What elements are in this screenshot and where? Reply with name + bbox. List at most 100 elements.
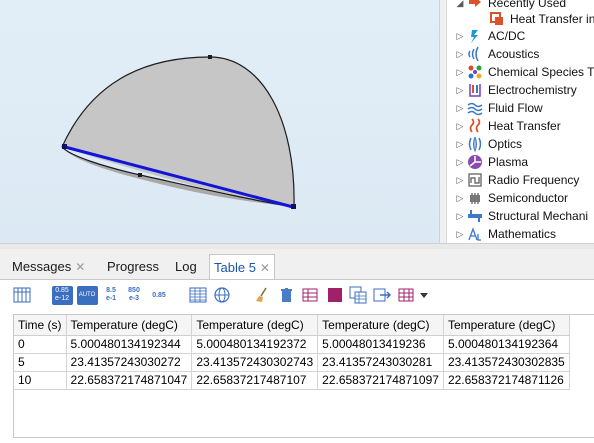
table-row[interactable]: 0 5.000480134192344 5.000480134192372 5.… bbox=[14, 335, 570, 354]
column-header[interactable]: Temperature (degC) bbox=[317, 315, 444, 336]
table-cell[interactable]: 22.658372174871047 bbox=[66, 371, 193, 390]
structural-mechanics-icon bbox=[466, 208, 484, 224]
semiconductor-icon bbox=[466, 190, 484, 206]
tree-item-mathematics[interactable]: ▷ Mathematics bbox=[454, 225, 557, 243]
collapsed-arrow-icon[interactable]: ▷ bbox=[454, 193, 466, 204]
collapsed-arrow-icon[interactable]: ▷ bbox=[454, 157, 466, 168]
tree-item-radio-frequency[interactable]: ▷ Radio Frequency bbox=[454, 171, 580, 189]
results-table-frame: Time (s) Temperature (degC) Temperature … bbox=[13, 314, 594, 438]
table-cell[interactable]: 5.000480134192344 bbox=[66, 335, 193, 354]
plasma-icon bbox=[466, 154, 484, 170]
copy-table-icon[interactable] bbox=[348, 285, 368, 305]
clear-brush-icon[interactable] bbox=[252, 285, 272, 305]
heat-transfer-solids-icon bbox=[488, 11, 506, 27]
column-header[interactable]: Time (s) bbox=[14, 315, 67, 336]
expanded-arrow-icon[interactable]: ◢ bbox=[454, 0, 466, 9]
tree-item-chemical-species[interactable]: ▷ Chemical Species T bbox=[454, 63, 594, 81]
column-header[interactable]: Temperature (degC) bbox=[66, 315, 193, 336]
heat-transfer-icon bbox=[466, 118, 484, 134]
table-cell[interactable]: 23.413572430302835 bbox=[443, 353, 570, 372]
column-header[interactable]: Temperature (degC) bbox=[443, 315, 570, 336]
table-cell[interactable]: 5 bbox=[14, 353, 67, 372]
tree-item-acoustics[interactable]: ▷ Acoustics bbox=[454, 45, 539, 63]
table-row[interactable]: 5 23.41357243030272 23.413572430302743 2… bbox=[14, 353, 570, 372]
tab-messages[interactable]: Messages ✕ bbox=[8, 254, 89, 279]
collapsed-arrow-icon[interactable]: ▷ bbox=[454, 85, 466, 96]
recently-used-icon bbox=[466, 0, 484, 11]
collapsed-arrow-icon[interactable]: ▷ bbox=[454, 175, 466, 186]
panel-splitter[interactable] bbox=[0, 243, 594, 249]
manual-precision-icon[interactable]: 8.5 e-1 bbox=[101, 285, 121, 305]
tab-table-5[interactable]: Table 5 ✕ bbox=[209, 254, 275, 279]
table-cell[interactable]: 5.000480134192372 bbox=[191, 335, 319, 354]
web-icon[interactable] bbox=[212, 285, 232, 305]
table-layout-icon[interactable] bbox=[12, 285, 32, 305]
chemical-species-icon bbox=[466, 64, 484, 80]
delete-icon[interactable] bbox=[276, 285, 296, 305]
graphics-window[interactable] bbox=[0, 0, 440, 243]
collapsed-arrow-icon[interactable]: ▷ bbox=[454, 31, 466, 42]
decimal-format-icon[interactable]: 0.85 bbox=[149, 285, 169, 305]
fluid-flow-icon bbox=[466, 100, 484, 116]
table-header-row: Time (s) Temperature (degC) Temperature … bbox=[14, 315, 570, 336]
tab-log[interactable]: Log bbox=[171, 254, 201, 279]
table-toolbar: 0.85 e-12 AUTO 8.5 e-1 850 e-3 0.85 bbox=[0, 279, 594, 309]
tree-item-heat-transfer[interactable]: ▷ Heat Transfer bbox=[454, 117, 561, 135]
close-icon[interactable]: ✕ bbox=[260, 261, 270, 275]
table-cell[interactable]: 22.658372174871126 bbox=[443, 371, 570, 390]
column-header[interactable]: Temperature (degC) bbox=[191, 315, 319, 336]
vertex-point[interactable] bbox=[291, 204, 296, 209]
electrochemistry-icon bbox=[466, 82, 484, 98]
tree-item-electrochemistry[interactable]: ▷ Electrochemistry bbox=[454, 81, 577, 99]
radio-frequency-icon bbox=[466, 172, 484, 188]
tree-item-fluid-flow[interactable]: ▷ Fluid Flow bbox=[454, 99, 543, 117]
table-cell[interactable]: 23.413572430302743 bbox=[191, 353, 319, 372]
collapsed-arrow-icon[interactable]: ▷ bbox=[454, 211, 466, 222]
table-menu-icon[interactable] bbox=[396, 285, 416, 305]
vertex-point[interactable] bbox=[62, 144, 67, 149]
optics-icon bbox=[466, 136, 484, 152]
collapsed-arrow-icon[interactable]: ▷ bbox=[454, 103, 466, 114]
tree-item-structural-mechanics[interactable]: ▷ Structural Mechani bbox=[454, 207, 589, 225]
table-settings-icon[interactable] bbox=[300, 285, 320, 305]
tree-item-heat-transfer-solids[interactable]: Heat Transfer in bbox=[488, 10, 594, 28]
collapsed-arrow-icon[interactable]: ▷ bbox=[454, 121, 466, 132]
table-cell[interactable]: 23.41357243030272 bbox=[66, 353, 193, 372]
auto-precision-icon[interactable]: AUTO bbox=[76, 285, 98, 305]
acoustics-icon bbox=[466, 46, 484, 62]
tree-item-plasma[interactable]: ▷ Plasma bbox=[454, 153, 528, 171]
table-cell[interactable]: 10 bbox=[14, 371, 67, 390]
table-cell[interactable]: 5.00048013419236 bbox=[317, 335, 444, 354]
results-table: Time (s) Temperature (degC) Temperature … bbox=[14, 315, 570, 390]
dropdown-arrow-icon[interactable] bbox=[417, 285, 431, 305]
collapsed-arrow-icon[interactable]: ▷ bbox=[454, 49, 466, 60]
acdc-icon bbox=[466, 28, 484, 44]
close-icon[interactable]: ✕ bbox=[75, 260, 85, 274]
physics-tree-panel: ◢ Recently Used Heat Transfer in ▷ AC/DC… bbox=[446, 0, 594, 243]
mathematics-icon bbox=[466, 226, 484, 242]
table-cell[interactable]: 23.41357243030281 bbox=[317, 353, 444, 372]
table-cell[interactable]: 0 bbox=[14, 335, 67, 354]
color-square-icon[interactable] bbox=[325, 285, 345, 305]
results-tab-bar: Messages ✕ Progress Log Table 5 ✕ bbox=[0, 251, 594, 279]
collapsed-arrow-icon[interactable]: ▷ bbox=[454, 139, 466, 150]
vertex-point[interactable] bbox=[208, 55, 212, 59]
full-precision-icon[interactable]: 0.85 e-12 bbox=[51, 285, 73, 305]
engineering-notation-icon[interactable]: 850 e-3 bbox=[124, 285, 144, 305]
table-panel: Time (s) Temperature (degC) Temperature … bbox=[0, 309, 594, 443]
collapsed-arrow-icon[interactable]: ▷ bbox=[454, 229, 466, 240]
tree-item-optics[interactable]: ▷ Optics bbox=[454, 135, 522, 153]
tree-item-semiconductor[interactable]: ▷ Semiconductor bbox=[454, 189, 569, 207]
table-row[interactable]: 10 22.658372174871047 22.65837217487107 … bbox=[14, 371, 570, 390]
table-cell[interactable]: 22.65837217487107 bbox=[191, 371, 319, 390]
table-cell[interactable]: 5.000480134192364 bbox=[443, 335, 570, 354]
panel-divider bbox=[446, 0, 447, 243]
collapsed-arrow-icon[interactable]: ▷ bbox=[454, 67, 466, 78]
geometry-view[interactable] bbox=[0, 0, 440, 243]
export-icon[interactable] bbox=[372, 285, 392, 305]
tab-progress[interactable]: Progress bbox=[103, 254, 163, 279]
vertex-point[interactable] bbox=[138, 173, 142, 177]
tree-item-acdc[interactable]: ▷ AC/DC bbox=[454, 27, 525, 45]
table-cell[interactable]: 22.658372174871097 bbox=[317, 371, 444, 390]
table-grid-icon[interactable] bbox=[188, 285, 208, 305]
